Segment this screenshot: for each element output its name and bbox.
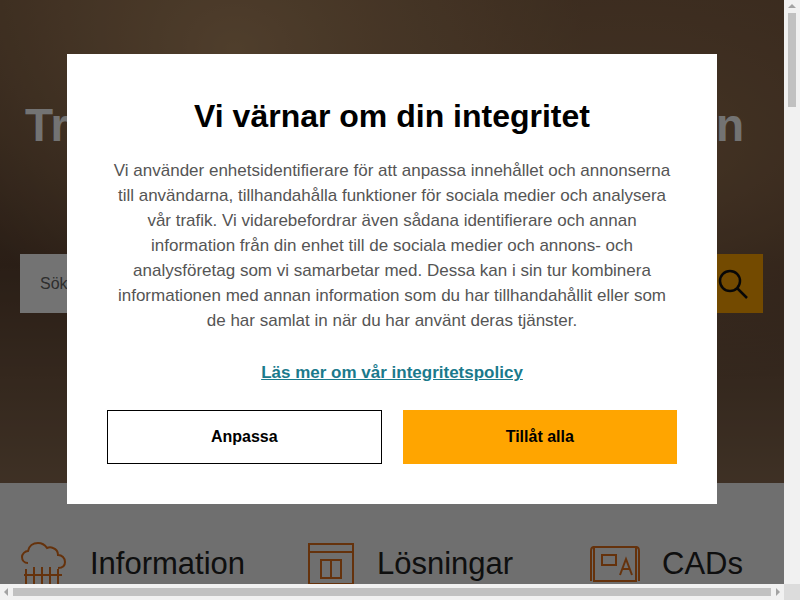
privacy-policy-link[interactable]: Läs mer om vår integritetspolicy: [261, 363, 523, 383]
page: TrenSökInformationLösningarCADsVi värnar…: [0, 0, 784, 584]
browser-window: TrenSökInformationLösningarCADsVi värnar…: [0, 0, 800, 600]
dialog-body: Vi använder enhetsidentifierare för att …: [107, 158, 677, 333]
scroll-left-icon[interactable]: [4, 588, 8, 596]
horizontal-scrollbar[interactable]: [0, 584, 784, 600]
scroll-thumb[interactable]: [788, 13, 796, 107]
dialog-title: Vi värnar om din integritet: [194, 96, 590, 136]
scrollbar-corner: [784, 584, 800, 600]
scroll-up-icon[interactable]: [788, 4, 796, 8]
scroll-right-icon[interactable]: [776, 588, 780, 596]
dialog-buttons: Anpassa Tillåt alla: [107, 410, 677, 464]
customize-button[interactable]: Anpassa: [107, 410, 382, 464]
modal-backdrop: Vi värnar om din integritet Vi använder e…: [0, 0, 784, 584]
vertical-scrollbar[interactable]: [784, 0, 800, 584]
consent-dialog: Vi värnar om din integritet Vi använder e…: [67, 54, 717, 504]
scroll-thumb[interactable]: [13, 588, 771, 596]
allow-all-button[interactable]: Tillåt alla: [403, 410, 678, 464]
